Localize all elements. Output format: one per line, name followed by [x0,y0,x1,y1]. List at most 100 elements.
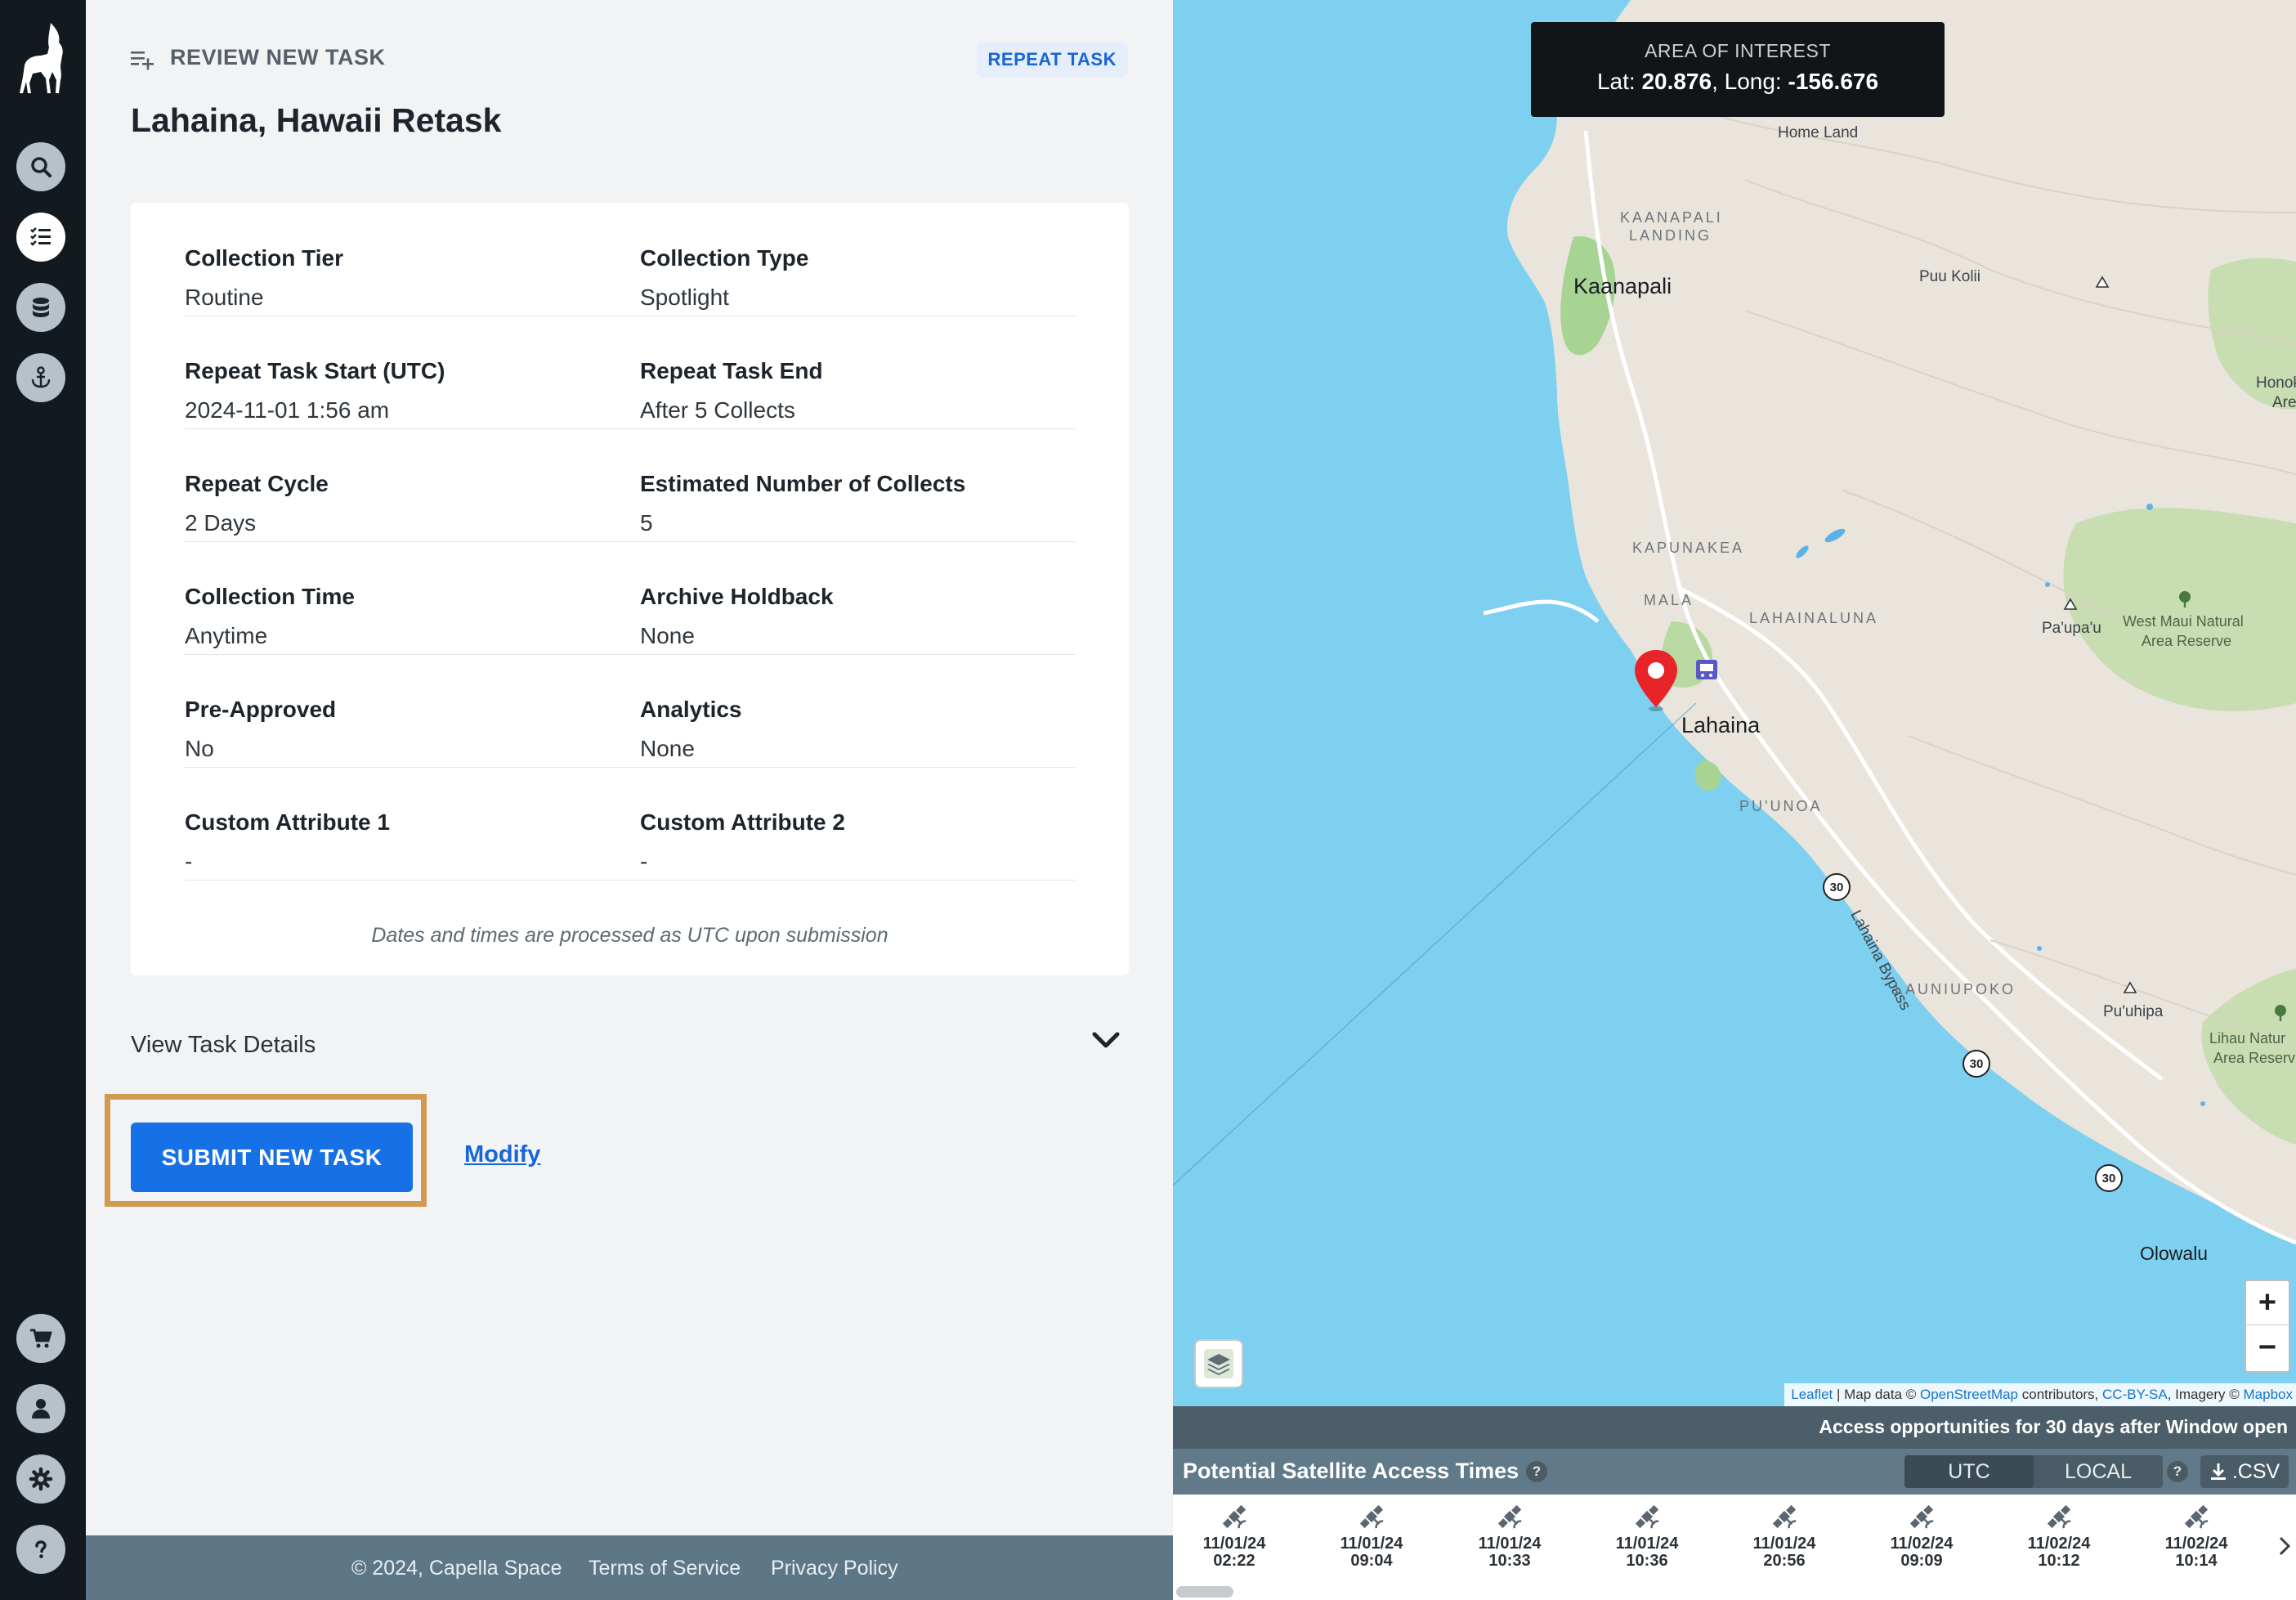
field-value: - [640,849,648,874]
location-pin-icon[interactable] [1631,648,1681,712]
satellite-icon [2047,1504,2071,1529]
csv-download-button[interactable]: .CSV [2200,1455,2289,1488]
map-label: Lihau Natur [2209,1030,2286,1046]
terms-link[interactable]: Terms of Service [589,1557,741,1580]
view-task-details-toggle[interactable]: View Task Details [131,1032,316,1059]
field-label: Analytics [640,697,742,722]
access-slot[interactable]: 11/01/24 02:22 [1189,1495,1279,1570]
repeat-task-badge: REPEAT TASK [976,43,1128,77]
leaflet-link[interactable]: Leaflet [1791,1387,1833,1402]
copyright: © 2024, Capella Space [351,1557,562,1580]
zoom-out-button[interactable]: − [2246,1325,2289,1369]
logo-icon[interactable] [11,18,74,100]
slot-date: 11/01/24 [1478,1535,1542,1553]
map[interactable]: AREA OF INTEREST Lat: 20.876, Long: -156… [1173,0,2296,1406]
tasks-button[interactable] [16,213,65,262]
layers-button[interactable] [1194,1339,1243,1388]
database-button[interactable] [16,283,65,332]
long-label: , Long: [1712,69,1782,94]
access-slot[interactable]: 11/02/24 10:14 [2151,1495,2241,1570]
slot-time: 20:56 [1763,1552,1806,1570]
map-label: LAHAINALUNA [1749,610,1879,626]
slot-date: 11/02/24 [2027,1535,2091,1553]
settings-button[interactable] [16,1454,65,1504]
lat-label: Lat: [1596,69,1636,94]
map-terrain [1173,0,2296,1245]
mapbox-link[interactable]: Mapbox [2244,1387,2293,1402]
submit-new-task-button[interactable]: SUBMIT NEW TASK [131,1123,413,1192]
detail-row: Repeat Task Start (UTC) 2024-11-01 1:56 a… [185,316,1076,429]
access-slot[interactable]: 11/01/24 20:56 [1739,1495,1829,1570]
map-attribution: Leaflet | Map data © OpenStreetMap contr… [1784,1383,2296,1406]
tz-utc-button[interactable]: UTC [1904,1455,2034,1488]
page-title: Lahaina, Hawaii Retask [131,101,502,139]
ccbysa-link[interactable]: CC-BY-SA [2102,1387,2168,1402]
footer: © 2024, Capella Space Terms of Service P… [86,1535,1173,1600]
detail-row: Pre-Approved No Analytics None [185,654,1076,768]
field-value: 2024-11-01 1:56 am [185,397,390,423]
tz-help-badge[interactable]: ? [2167,1461,2188,1482]
slot-time: 09:04 [1350,1552,1393,1570]
modify-link[interactable]: Modify [464,1141,540,1168]
slot-date: 11/02/24 [2164,1535,2228,1553]
field-label: Repeat Cycle [185,471,329,496]
access-slot[interactable]: 11/01/24 10:33 [1465,1495,1555,1570]
attribution-text: contributors, [2018,1387,2103,1402]
lat-value: 20.876 [1641,69,1712,94]
slot-time: 10:12 [2038,1552,2080,1570]
tz-local-button[interactable]: LOCAL [2034,1455,2163,1488]
field-value: None [640,623,695,648]
chevron-down-icon[interactable] [1090,1026,1122,1055]
utc-note: Dates and times are processed as UTC upo… [371,924,888,947]
privacy-link[interactable]: Privacy Policy [771,1557,898,1580]
section-label: REVIEW NEW TASK [170,45,386,69]
help-badge[interactable]: ? [1526,1461,1547,1482]
search-button[interactable] [16,142,65,191]
user-button[interactable] [16,1384,65,1433]
field-value: Routine [185,285,264,310]
map-label: Area Reserv [2213,1050,2296,1066]
field-value: Anytime [185,623,268,648]
access-slot[interactable]: 11/01/24 09:04 [1327,1495,1417,1570]
horizontal-scrollbar[interactable] [1176,1586,1233,1598]
attribution-text: | Map data © [1833,1387,1920,1402]
osm-link[interactable]: OpenStreetMap [1920,1387,2018,1402]
detail-row: Custom Attribute 1 - Custom Attribute 2 - [185,767,1076,881]
detail-row: Repeat Cycle 2 Days Estimated Number of C… [185,428,1076,542]
field-value: None [640,736,695,761]
map-label: Are [2272,394,2296,411]
zoom-in-button[interactable]: + [2246,1281,2289,1325]
map-label: Pu'uhipa [2103,1003,2164,1020]
help-icon [35,1540,47,1558]
cart-button[interactable] [16,1314,65,1363]
access-slot[interactable]: 11/02/24 10:12 [2014,1495,2104,1570]
slot-date: 11/01/24 [1615,1535,1679,1553]
attribution-text: , Imagery © [2167,1387,2244,1402]
task-review-panel: REVIEW NEW TASK REPEAT TASK Lahaina, Haw… [86,0,1173,1535]
chevron-right-icon[interactable] [2276,1534,2293,1558]
slot-time: 10:33 [1488,1552,1531,1570]
satellite-icon [2184,1504,2209,1529]
field-label: Collection Type [640,245,809,271]
anchor-button[interactable] [16,353,65,402]
field-label: Collection Time [185,584,355,609]
zoom-control: + − [2245,1280,2290,1373]
map-label: KAPUNAKEA [1632,540,1745,556]
field-value: Spotlight [640,285,729,310]
map-label: PU'UNOA [1739,798,1823,814]
long-value: -156.676 [1788,69,1879,94]
help-button[interactable] [16,1525,65,1574]
aoi-coordinates: Lat: 20.876, Long: -156.676 [1531,69,1945,95]
download-icon [2210,1463,2226,1480]
access-slot[interactable]: 11/02/24 09:09 [1877,1495,1967,1570]
satellite-icon [1635,1504,1659,1529]
sidebar [0,0,86,1600]
csv-label: .CSV [2231,1459,2280,1483]
search-icon [31,157,51,177]
tree-icon [2179,591,2191,607]
field-label: Estimated Number of Collects [640,471,966,496]
detail-row: Collection Tier Routine Collection Type Sp… [185,203,1076,316]
access-slot[interactable]: 11/01/24 10:36 [1602,1495,1692,1570]
field-value: - [185,849,193,874]
slot-date: 11/02/24 [1890,1535,1954,1553]
